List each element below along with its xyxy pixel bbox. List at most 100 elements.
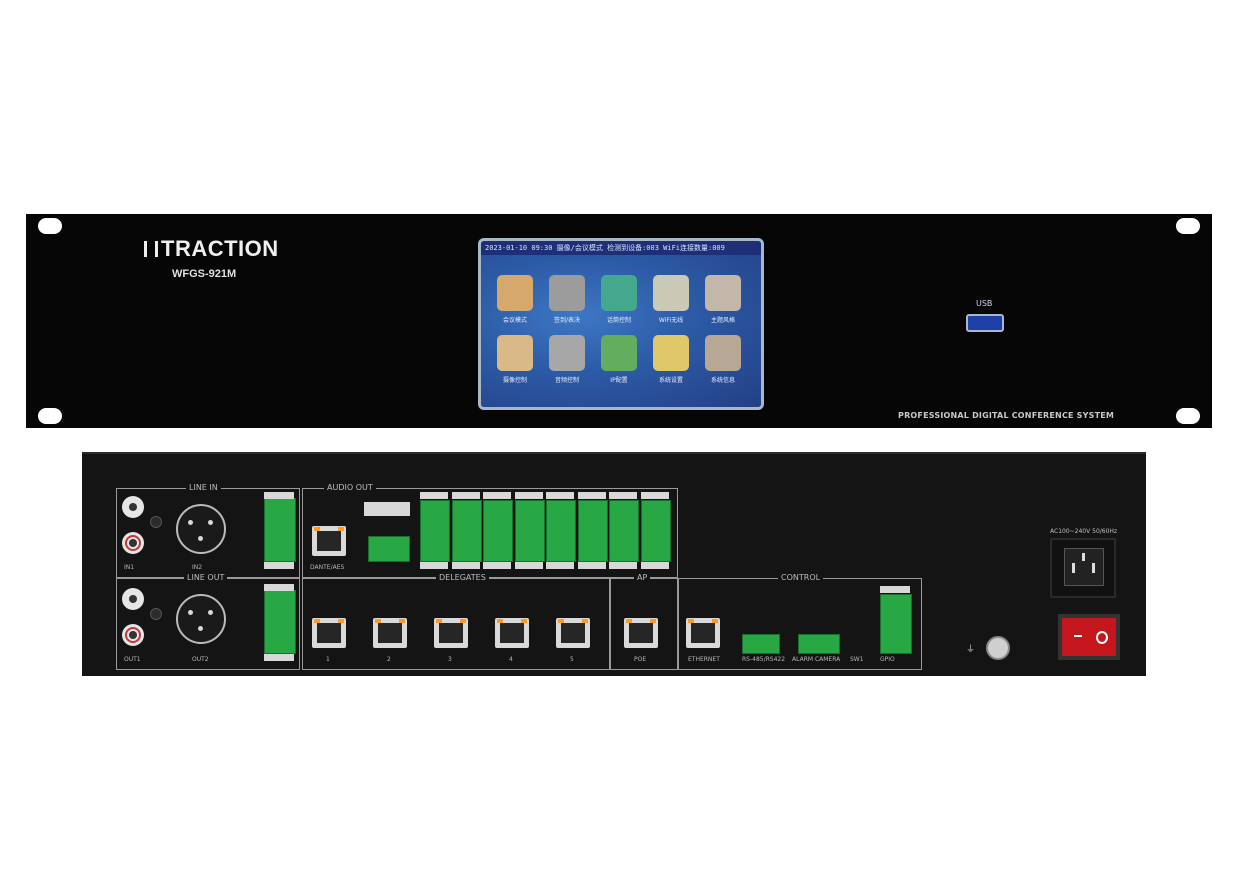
audio-out-terminal-block[interactable]: [483, 500, 513, 562]
audio-out-terminal-block[interactable]: [577, 500, 608, 562]
audio-out-title: AUDIO OUT: [324, 483, 376, 492]
delegate-port-label: 2: [387, 656, 391, 663]
terminal-label-strip: [546, 562, 574, 569]
ethernet-port[interactable]: [686, 618, 720, 648]
in1-label: IN1: [124, 564, 135, 571]
on-mark: [1096, 631, 1108, 644]
terminal-label-strip: [420, 562, 448, 569]
delegate-port[interactable]: [556, 618, 590, 648]
app-label: 系统信息: [710, 377, 735, 384]
terminal-label-strip: [609, 492, 637, 499]
ground-symbol-icon: ⏚: [966, 645, 976, 655]
model-number: WFGS-921M: [172, 268, 237, 280]
app-label: 摄像控制: [502, 377, 527, 384]
terminal-label-strip: [451, 562, 480, 569]
front-panel: TRACTION WFGS-921M 2023-01-10 09:30 摄像/会…: [26, 214, 1212, 428]
ip-icon[interactable]: [601, 335, 637, 371]
terminal-label-strip: [483, 562, 511, 569]
delegate-port-label: 1: [326, 656, 330, 663]
alarm-camera-terminal[interactable]: [798, 634, 840, 654]
rca-output-red[interactable]: [122, 624, 144, 646]
audio-out-terminal-block[interactable]: [640, 500, 671, 562]
rca-output-white[interactable]: [122, 588, 144, 610]
xlr-output[interactable]: [176, 594, 226, 644]
mic-stand-icon[interactable]: [601, 275, 637, 311]
line-out-title: LINE OUT: [184, 573, 228, 582]
audio-out-terminal-block[interactable]: [609, 500, 639, 562]
app-label: 会议模式: [502, 317, 527, 324]
xlr-pin: [198, 536, 203, 541]
xlr-input[interactable]: [176, 504, 226, 554]
usb-port[interactable]: [966, 314, 1004, 332]
rack-ear-hole: [1176, 408, 1200, 424]
terminal-label-strip: [264, 492, 294, 499]
delegate-port[interactable]: [312, 618, 346, 648]
rca-input-white[interactable]: [122, 496, 144, 518]
waveform-icon[interactable]: [549, 335, 585, 371]
app-label: 音频控制: [554, 377, 579, 384]
microphone-icon[interactable]: [497, 275, 533, 311]
off-mark: [1074, 635, 1082, 637]
rear-panel: LINE IN IN1 IN2 AUDIO OUT DANTE/AES LINE…: [82, 452, 1146, 676]
terminal-label-strip: [451, 492, 480, 499]
terminal-label-strip: [420, 492, 448, 499]
rs485-label: RS-485/RS422: [742, 656, 786, 663]
delegates-title: DELEGATES: [436, 573, 489, 582]
terminal-label-strip: [640, 562, 669, 569]
audio-out-small-terminal[interactable]: [368, 536, 410, 562]
line-in-terminal-block[interactable]: [264, 498, 296, 562]
line-in-title: LINE IN: [186, 483, 221, 492]
terminal-label-strip: [640, 492, 669, 499]
logo-mark-icon: [144, 241, 158, 257]
dish-icon[interactable]: [653, 275, 689, 311]
xlr-pin: [208, 520, 213, 525]
app-label: 系统设置: [658, 377, 683, 384]
delegate-port-label: 4: [509, 656, 513, 663]
status-bar: 2023-01-10 09:30 摄像/会议模式 检测到设备:003 WiFi连…: [481, 241, 761, 255]
audio-out-terminal-block[interactable]: [514, 500, 545, 562]
rs485-terminal[interactable]: [742, 634, 780, 654]
power-inlet[interactable]: [1050, 538, 1116, 598]
ethernet-label: ETHERNET: [688, 656, 720, 663]
info-book-icon[interactable]: [705, 335, 741, 371]
rack-ear-hole: [1176, 218, 1200, 234]
gpio-terminal-block[interactable]: [880, 594, 912, 654]
brush-icon[interactable]: [705, 275, 741, 311]
chart-icon[interactable]: [549, 275, 585, 311]
terminal-label-strip: [514, 562, 543, 569]
ground-post[interactable]: [986, 636, 1010, 660]
in2-label: IN2: [192, 564, 203, 571]
out1-label: OUT1: [124, 656, 141, 663]
panel-screw: [150, 516, 162, 528]
terminal-label-strip: [514, 492, 543, 499]
poe-label: POE: [634, 656, 647, 663]
audio-out-terminal-block[interactable]: [451, 500, 482, 562]
delegate-port[interactable]: [434, 618, 468, 648]
ap-poe-port[interactable]: [624, 618, 658, 648]
panel-screw: [150, 608, 162, 620]
line-out-terminal-block[interactable]: [264, 590, 296, 654]
audio-out-terminal-block[interactable]: [420, 500, 450, 562]
terminal-label-strip: [264, 584, 294, 591]
delegate-port[interactable]: [495, 618, 529, 648]
power-switch[interactable]: [1058, 614, 1120, 660]
audio-out-terminal-block[interactable]: [546, 500, 576, 562]
dante-port[interactable]: [312, 526, 346, 556]
rack-ear-hole: [38, 218, 62, 234]
brand-name: TRACTION: [161, 236, 279, 261]
rca-input-red[interactable]: [122, 532, 144, 554]
product-tagline: PROFESSIONAL DIGITAL CONFERENCE SYSTEM: [898, 411, 1115, 420]
camera-icon[interactable]: [497, 335, 533, 371]
terminal-label-strip: [577, 492, 606, 499]
terminal-label-strip: [264, 562, 294, 569]
gear-icon[interactable]: [653, 335, 689, 371]
terminal-label-strip: [577, 562, 606, 569]
xlr-pin: [198, 626, 203, 631]
dante-label: DANTE/AES: [310, 564, 345, 571]
power-rating-label: AC100~240V 50/60Hz: [1050, 528, 1118, 535]
dip-switch[interactable]: [364, 502, 410, 516]
app-label: 主题风格: [710, 317, 735, 324]
rack-ear-hole: [38, 408, 62, 424]
delegate-port[interactable]: [373, 618, 407, 648]
touch-screen[interactable]: 2023-01-10 09:30 摄像/会议模式 检测到设备:003 WiFi连…: [478, 238, 764, 410]
